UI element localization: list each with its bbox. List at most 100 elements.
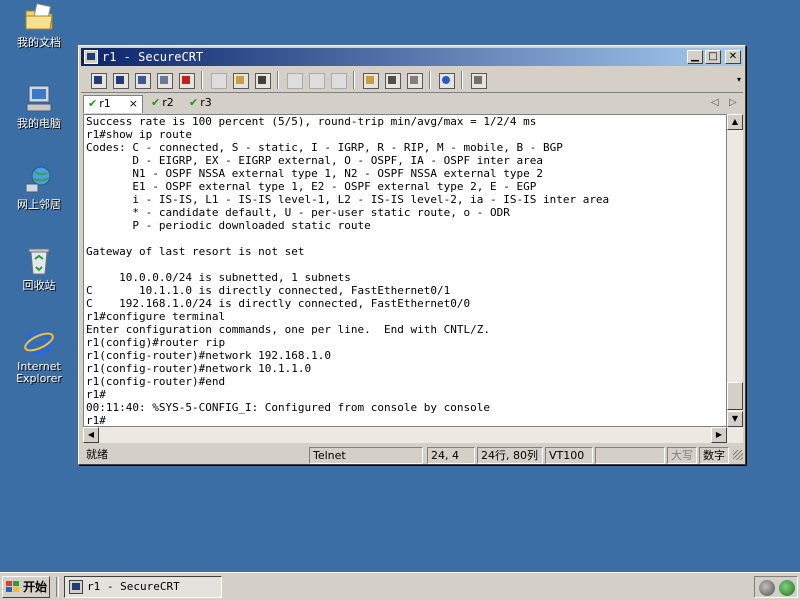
terminal-line: i - IS-IS, L1 - IS-IS level-1, L2 - IS-I… xyxy=(86,193,610,206)
terminal-line: Success rate is 100 percent (5/5), round… xyxy=(86,115,537,128)
status-bar: 就绪 Telnet 24, 4 24行, 80列 VT100 大写 数字 xyxy=(81,447,743,464)
terminal-line: 00:11:40: %SYS-5-CONFIG_I: Configured fr… xyxy=(86,401,490,414)
toolbar-separator xyxy=(429,71,431,89)
desktop-icon-label: 回收站 xyxy=(22,279,56,292)
terminal-line: * - candidate default, U - per-user stat… xyxy=(86,206,510,219)
resize-grip[interactable] xyxy=(733,450,743,460)
scroll-down-icon[interactable]: ▼ xyxy=(727,411,743,427)
tab-label: r3 xyxy=(200,96,212,109)
securecrt-app-icon[interactable] xyxy=(84,50,98,64)
recycle-bin-icon xyxy=(23,245,55,277)
terminal-output[interactable]: Success rate is 100 percent (5/5), round… xyxy=(83,114,727,427)
terminal-line: E1 - OSPF external type 1, E2 - OSPF ext… xyxy=(86,180,537,193)
windows-flag-icon xyxy=(6,581,19,592)
window-title: r1 - SecureCRT xyxy=(102,50,204,64)
maximize-button[interactable]: □ xyxy=(705,50,721,64)
status-protocol: Telnet xyxy=(309,447,423,464)
help-icon[interactable] xyxy=(437,71,455,89)
taskbar: 开始 r1 - SecureCRT xyxy=(0,572,800,600)
terminal-line: r1#show ip route xyxy=(86,128,192,141)
print-screen-icon[interactable] xyxy=(329,71,347,89)
paste-icon[interactable] xyxy=(231,71,249,89)
connect-in-tab-icon[interactable] xyxy=(133,71,151,89)
toolbar-separator xyxy=(277,71,279,89)
desktop-icon-internet-explorer[interactable]: Internet Explorer xyxy=(6,326,72,385)
terminal-line: Codes: C - connected, S - static, I - IG… xyxy=(86,141,563,154)
taskbar-item-securecrt[interactable]: r1 - SecureCRT xyxy=(64,576,222,598)
status-terminal-size: 24行, 80列 xyxy=(477,447,543,464)
terminal-line: r1(config-router)#network 10.1.1.0 xyxy=(86,362,312,375)
securecrt-app-icon xyxy=(69,580,83,594)
keymap-icon[interactable] xyxy=(469,71,487,89)
toolbar: ▾ xyxy=(81,67,743,93)
find-icon[interactable] xyxy=(253,71,271,89)
tab-close-icon[interactable]: × xyxy=(129,96,138,112)
status-caps-lock: 大写 xyxy=(667,447,697,464)
terminal-line: r1(config-router)#end xyxy=(86,375,226,388)
key-icon[interactable] xyxy=(405,71,423,89)
toolbar-separator xyxy=(353,71,355,89)
print-selection-icon[interactable] xyxy=(307,71,325,89)
scroll-thumb[interactable] xyxy=(727,382,743,410)
tab-prev-icon[interactable]: ◁ xyxy=(711,97,719,108)
desktop-icon-label: 我的电脑 xyxy=(17,117,61,130)
terminal-line: N1 - OSPF NSSA external type 1, N2 - OSP… xyxy=(86,167,543,180)
tab-r2[interactable]: ✔ r2 xyxy=(147,95,181,113)
terminal-line: C 192.168.1.0/24 is directly connected, … xyxy=(86,297,471,310)
terminal-line: r1(config-router)#network 192.168.1.0 xyxy=(86,349,332,362)
desktop-icon-label: 我的文档 xyxy=(17,36,61,49)
start-button[interactable]: 开始 xyxy=(2,576,50,598)
desktop-icon-label: 网上邻居 xyxy=(17,198,61,211)
status-blank xyxy=(595,447,665,464)
terminal-line: r1(config)#router rip xyxy=(86,336,226,349)
close-button[interactable]: ✕ xyxy=(725,50,741,64)
terminal-line: r1# xyxy=(86,388,106,401)
title-bar[interactable]: r1 - SecureCRT ▁ □ ✕ xyxy=(81,48,743,66)
global-options-icon[interactable] xyxy=(383,71,401,89)
tab-label: r2 xyxy=(162,96,174,109)
print-icon[interactable] xyxy=(285,71,303,89)
scroll-left-icon[interactable]: ◀ xyxy=(83,427,99,443)
minimize-button[interactable]: ▁ xyxy=(687,50,703,64)
toolbar-overflow-icon[interactable]: ▾ xyxy=(737,75,741,84)
start-label: 开始 xyxy=(23,580,48,594)
session-options-icon[interactable] xyxy=(361,71,379,89)
quick-connect-icon[interactable] xyxy=(111,71,129,89)
disconnect-icon[interactable] xyxy=(177,71,195,89)
vertical-scrollbar[interactable]: ▲ ▼ xyxy=(727,114,743,427)
terminal-line: Enter configuration commands, one per li… xyxy=(86,323,490,336)
terminal-text: Success rate is 100 percent (5/5), round… xyxy=(86,115,610,427)
terminal-line: D - EIGRP, EX - EIGRP external, O - OSPF… xyxy=(86,154,543,167)
taskbar-item-label: r1 - SecureCRT xyxy=(87,580,180,593)
connect-icon[interactable] xyxy=(89,71,107,89)
connected-check-icon: ✔ xyxy=(189,96,199,109)
terminal-line: 10.0.0.0/24 is subnetted, 1 subnets xyxy=(86,271,351,284)
desktop-icon-my-computer[interactable]: 我的电脑 xyxy=(6,83,72,130)
scroll-up-icon[interactable]: ▲ xyxy=(727,114,743,130)
terminal-line: r1#configure terminal xyxy=(86,310,226,323)
horizontal-scrollbar[interactable]: ◀ ▶ xyxy=(83,427,743,443)
terminal-line: P - periodic downloaded static route xyxy=(86,219,371,232)
connected-check-icon: ✔ xyxy=(151,96,161,109)
reconnect-icon[interactable] xyxy=(155,71,173,89)
copy-icon[interactable] xyxy=(209,71,227,89)
toolbar-separator xyxy=(461,71,463,89)
system-tray xyxy=(754,576,798,598)
tab-label: r1 xyxy=(99,97,111,110)
desktop-icon-recycle-bin[interactable]: 回收站 xyxy=(6,245,72,292)
tab-next-icon[interactable]: ▷ xyxy=(729,97,737,108)
tab-r1[interactable]: ✔ r1 × xyxy=(83,95,143,113)
terminal-line: r1# xyxy=(86,414,106,427)
tab-r3[interactable]: ✔ r3 xyxy=(185,95,219,113)
terminal-line: Gateway of last resort is not set xyxy=(86,245,305,258)
desktop-icon-network-places[interactable]: 网上邻居 xyxy=(6,164,72,211)
folder-icon xyxy=(23,2,55,34)
status-num-lock: 数字 xyxy=(699,447,729,464)
status-emulation: VT100 xyxy=(545,447,593,464)
tray-network-icon[interactable] xyxy=(779,580,795,596)
desktop-icon-my-documents[interactable]: 我的文档 xyxy=(6,2,72,49)
tray-settings-icon[interactable] xyxy=(759,580,775,596)
connected-check-icon: ✔ xyxy=(88,97,98,110)
scroll-right-icon[interactable]: ▶ xyxy=(711,427,727,443)
